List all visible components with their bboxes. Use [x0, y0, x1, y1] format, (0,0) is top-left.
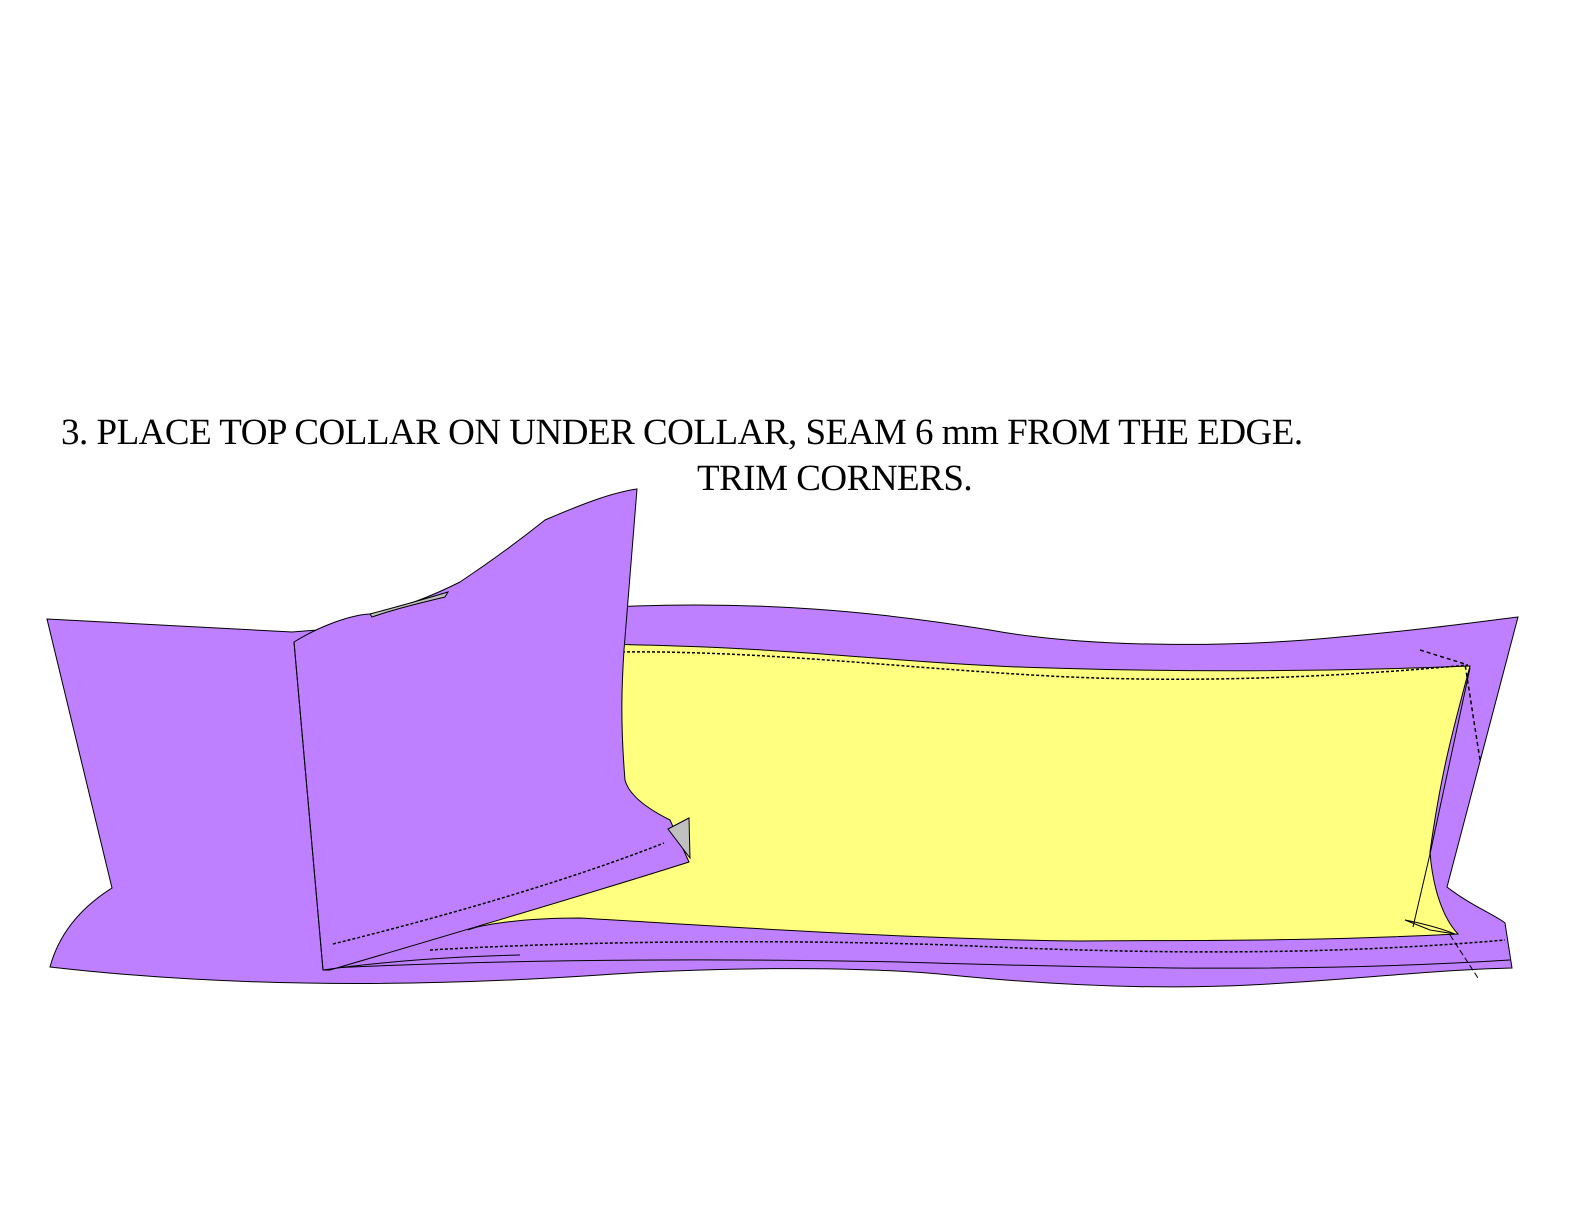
collar-diagram — [46, 488, 1519, 988]
